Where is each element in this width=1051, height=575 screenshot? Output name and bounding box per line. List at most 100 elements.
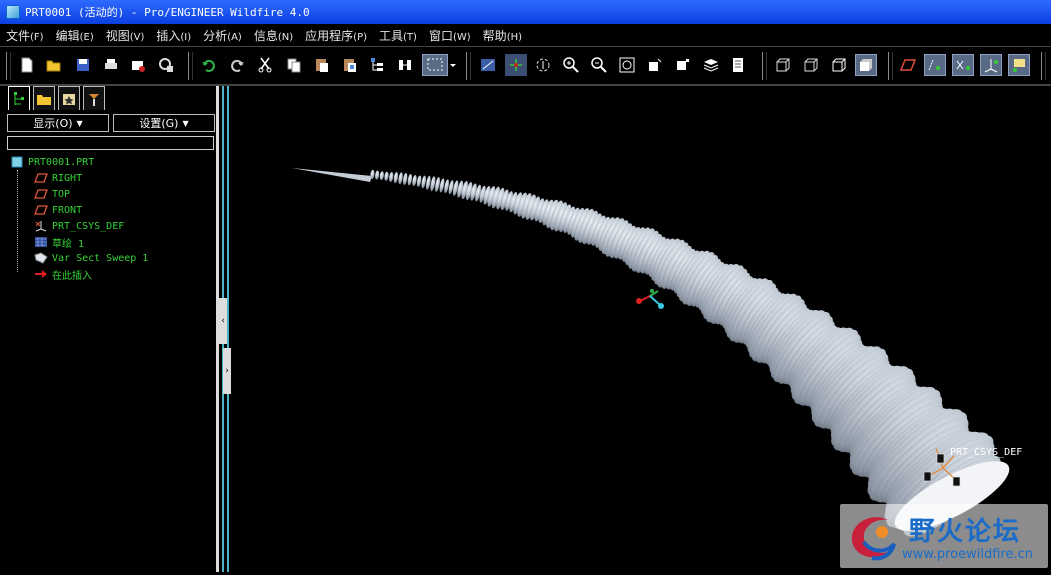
refit-icon[interactable] xyxy=(616,54,638,76)
menu-file[interactable]: 文件(F) xyxy=(0,27,50,44)
cut-icon[interactable] xyxy=(254,54,276,76)
tree-item-sketch[interactable]: 草绘 1 xyxy=(10,234,210,250)
tree-item-top[interactable]: TOP xyxy=(10,186,210,202)
select-box-icon[interactable] xyxy=(422,54,448,76)
horn-ring xyxy=(416,175,422,187)
menu-edit-key: (E) xyxy=(79,31,94,43)
paste-special-icon[interactable] xyxy=(339,54,361,76)
annotation-icon[interactable] xyxy=(1008,54,1030,76)
undo-icon[interactable] xyxy=(198,54,220,76)
new-icon[interactable] xyxy=(16,54,38,76)
menu-window-key: (W) xyxy=(452,31,471,43)
spin-center-marker xyxy=(636,289,664,309)
tree-item-sweep[interactable]: Var Sect Sweep 1 xyxy=(10,250,210,266)
datum-axes-icon[interactable] xyxy=(924,54,946,76)
menu-info[interactable]: 信息(N) xyxy=(248,27,299,44)
tree-item-label: TOP xyxy=(52,188,71,200)
orient-icon[interactable] xyxy=(532,54,554,76)
datum-points-icon[interactable] xyxy=(952,54,974,76)
saved-views-icon[interactable] xyxy=(672,54,694,76)
connections-icon xyxy=(89,93,99,106)
menu-help[interactable]: 帮助(H) xyxy=(477,27,528,44)
tab-connections[interactable] xyxy=(83,86,105,110)
wireframe-icon[interactable] xyxy=(772,54,794,76)
menu-analysis-key: (A) xyxy=(227,31,242,43)
panel-splitter[interactable]: ‹ › xyxy=(219,86,231,572)
collapse-left-icon[interactable]: ‹ xyxy=(219,298,227,344)
open-icon[interactable] xyxy=(43,54,65,76)
print-icon[interactable] xyxy=(100,54,122,76)
menu-tools[interactable]: 工具(T) xyxy=(373,27,423,44)
main-toolbar xyxy=(0,48,1051,86)
reorient-icon[interactable] xyxy=(643,54,665,76)
panel-tabs xyxy=(8,86,108,112)
menu-edit-label: 编辑 xyxy=(55,28,80,43)
watermark-title: 野火论坛 xyxy=(909,517,1022,547)
toolbar-grip[interactable] xyxy=(1041,52,1046,80)
toolbar-grip[interactable] xyxy=(188,52,193,80)
save-icon[interactable] xyxy=(72,54,94,76)
tree-item-insert-here[interactable]: 在此插入 xyxy=(10,266,210,282)
menu-applications[interactable]: 应用程序(P) xyxy=(299,27,373,44)
tab-folder-browser[interactable] xyxy=(33,86,55,110)
menu-file-label: 文件 xyxy=(6,28,31,43)
model-tree: PRT0001.PRT RIGHT TOP FRONT PRT_CSYS_DEF… xyxy=(10,154,210,282)
layers-icon[interactable] xyxy=(700,54,722,76)
menu-insert-key: (I) xyxy=(180,31,192,43)
window-title: PRT0001 (活动的) - Pro/ENGINEER Wildfire 4.… xyxy=(25,6,310,19)
datum-planes-icon[interactable] xyxy=(897,54,919,76)
menu-help-label: 帮助 xyxy=(482,28,507,43)
menu-view[interactable]: 视图(V) xyxy=(100,27,151,44)
toolbar-grip[interactable] xyxy=(888,52,893,80)
zoom-in-icon[interactable] xyxy=(560,54,582,76)
tree-filter-input[interactable] xyxy=(7,136,214,150)
menu-edit[interactable]: 编辑(E) xyxy=(50,27,100,44)
tree-item-right[interactable]: RIGHT xyxy=(10,170,210,186)
display-dropdown[interactable]: 显示(O) ▼ xyxy=(7,114,109,132)
tab-favorites[interactable] xyxy=(58,86,80,110)
menu-insert-label: 插入 xyxy=(156,28,181,43)
menu-window[interactable]: 窗口(W) xyxy=(423,27,477,44)
tree-item-label: Var Sect Sweep 1 xyxy=(52,252,149,264)
tree-item-front[interactable]: FRONT xyxy=(10,202,210,218)
spin-center-icon[interactable] xyxy=(505,54,527,76)
menu-applications-label: 应用程序 xyxy=(305,28,354,43)
csys-icon xyxy=(34,220,48,232)
no-hidden-icon[interactable] xyxy=(828,54,850,76)
paste-icon[interactable] xyxy=(311,54,333,76)
regenerate-icon[interactable] xyxy=(155,54,177,76)
settings-dropdown[interactable]: 设置(G) ▼ xyxy=(113,114,215,132)
view-manager-icon[interactable] xyxy=(728,54,750,76)
model-tree-toggle-icon[interactable] xyxy=(366,54,388,76)
horn-ring xyxy=(412,174,417,187)
csys-icon[interactable] xyxy=(980,54,1002,76)
copy-icon[interactable] xyxy=(283,54,305,76)
toolbar-grip[interactable] xyxy=(6,52,11,80)
menu-insert[interactable]: 插入(I) xyxy=(150,27,197,44)
toolbar-grip[interactable] xyxy=(762,52,767,80)
repaint-icon[interactable] xyxy=(477,54,499,76)
zoom-out-icon[interactable] xyxy=(588,54,610,76)
menu-bar: 文件(F) 编辑(E) 视图(V) 插入(I) 分析(A) 信息(N) 应用程序… xyxy=(0,24,1051,47)
horn-ring xyxy=(421,175,426,189)
chevron-down-icon[interactable] xyxy=(448,54,458,76)
tab-model-tree[interactable] xyxy=(8,86,30,110)
send-mail-icon[interactable] xyxy=(127,54,149,76)
menu-info-key: (N) xyxy=(277,31,294,43)
tree-root[interactable]: PRT0001.PRT xyxy=(10,154,210,170)
toolbar-grip[interactable] xyxy=(466,52,471,80)
tree-item-csys[interactable]: PRT_CSYS_DEF xyxy=(10,218,210,234)
horn-model[interactable] xyxy=(232,86,1051,572)
graphics-viewport[interactable]: PRT_CSYS_DEF 野火论坛 www.proewildfire.cn xyxy=(232,86,1051,572)
hidden-line-icon[interactable] xyxy=(800,54,822,76)
settings-dropdown-label: 设置(G) xyxy=(139,117,179,130)
sketch-icon xyxy=(34,236,48,248)
expand-right-icon[interactable]: › xyxy=(223,348,231,394)
horn-ring xyxy=(398,172,403,185)
redo-icon[interactable] xyxy=(226,54,248,76)
regenerate-model-icon[interactable] xyxy=(394,54,416,76)
app-icon xyxy=(6,5,20,19)
shading-icon[interactable] xyxy=(855,54,877,76)
menu-analysis[interactable]: 分析(A) xyxy=(197,27,248,44)
chevron-down-icon: ▼ xyxy=(76,118,83,128)
